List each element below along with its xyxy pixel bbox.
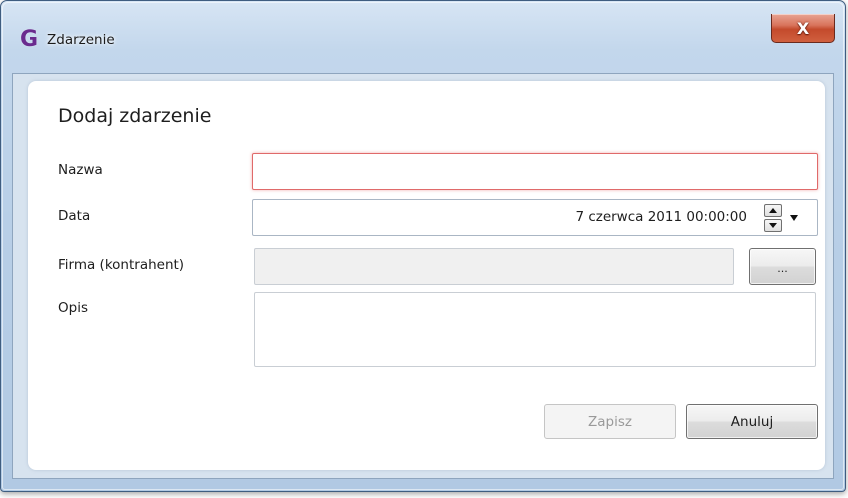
spin-up-icon [769, 208, 777, 213]
page-title: Dodaj zdarzenie [58, 105, 212, 127]
name-input[interactable] [252, 153, 818, 190]
description-label: Opis [58, 300, 88, 316]
close-button[interactable]: X [771, 14, 835, 43]
browse-company-button[interactable]: ... [749, 248, 816, 285]
cancel-button[interactable]: Anuluj [686, 404, 818, 439]
name-label: Nazwa [58, 162, 103, 178]
date-label: Data [58, 208, 91, 224]
spin-down-button[interactable] [764, 219, 782, 232]
company-label: Firma (kontrahent) [58, 257, 185, 273]
date-picker[interactable]: 7 czerwca 2011 00:00:00 [252, 199, 818, 236]
spin-up-button[interactable] [764, 204, 782, 217]
company-input [254, 248, 734, 285]
save-button[interactable]: Zapisz [544, 404, 676, 439]
title-bar[interactable]: G Zdarzenie X [1, 1, 845, 65]
chevron-down-icon [790, 215, 798, 221]
window-title: Zdarzenie [47, 32, 115, 48]
close-icon: X [796, 18, 810, 38]
description-input[interactable] [254, 292, 816, 367]
spin-down-icon [769, 223, 777, 228]
date-value[interactable]: 7 czerwca 2011 00:00:00 [575, 200, 747, 235]
date-dropdown-button[interactable] [787, 210, 803, 226]
app-logo-icon: G [20, 27, 39, 52]
